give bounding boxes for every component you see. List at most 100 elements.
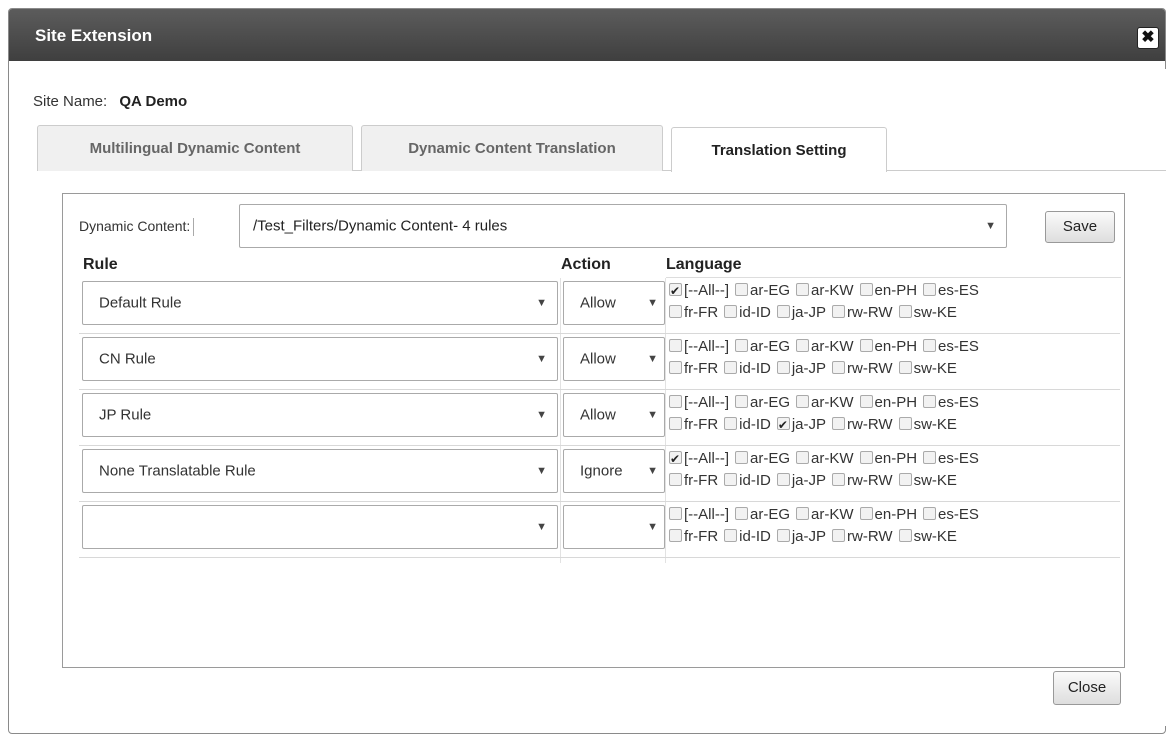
language-option[interactable]: fr-FR — [669, 472, 718, 489]
language-option[interactable]: sw-KE — [898, 472, 957, 489]
language-option[interactable]: [--All--] — [669, 394, 729, 411]
language-option[interactable]: es-ES — [923, 338, 979, 355]
language-option[interactable]: en-PH — [859, 506, 917, 523]
language-option[interactable]: fr-FR — [669, 416, 718, 433]
language-option[interactable]: ar-EG — [735, 506, 790, 523]
language-option[interactable]: sw-KE — [898, 304, 957, 321]
language-option[interactable]: ar-KW — [796, 282, 854, 299]
action-select[interactable]: Allow ▼ — [563, 337, 665, 381]
language-option[interactable]: rw-RW — [832, 528, 893, 545]
language-checkbox[interactable] — [669, 361, 682, 374]
language-checkbox[interactable] — [832, 417, 846, 430]
language-option[interactable]: [--All--] — [669, 338, 729, 355]
language-checkbox[interactable] — [669, 473, 682, 486]
language-checkbox[interactable] — [859, 395, 873, 408]
action-select[interactable]: ▼ — [563, 505, 665, 549]
language-option[interactable]: [--All--] — [669, 506, 729, 523]
language-option[interactable]: ar-KW — [796, 450, 854, 467]
language-checkbox[interactable] — [859, 283, 873, 296]
language-checkbox[interactable] — [776, 414, 790, 436]
language-option[interactable]: ar-EG — [735, 394, 790, 411]
language-checkbox[interactable] — [669, 448, 682, 470]
language-checkbox[interactable] — [832, 529, 846, 542]
language-checkbox[interactable] — [898, 361, 912, 374]
language-checkbox[interactable] — [724, 473, 738, 486]
language-checkbox[interactable] — [724, 417, 738, 430]
language-option[interactable]: es-ES — [923, 394, 979, 411]
language-option[interactable]: fr-FR — [669, 360, 718, 377]
language-checkbox[interactable] — [898, 473, 912, 486]
action-select[interactable]: Allow ▼ — [563, 393, 665, 437]
language-option[interactable]: ar-KW — [796, 338, 854, 355]
language-checkbox[interactable] — [735, 339, 748, 352]
language-checkbox[interactable] — [776, 473, 790, 486]
language-option[interactable]: rw-RW — [832, 304, 893, 321]
language-option[interactable]: ja-JP — [776, 304, 826, 321]
language-option[interactable]: ja-JP — [776, 360, 826, 377]
language-option[interactable]: ar-KW — [796, 506, 854, 523]
language-option[interactable]: es-ES — [923, 282, 979, 299]
language-checkbox[interactable] — [923, 339, 937, 352]
close-icon[interactable]: ✖ — [1137, 27, 1159, 49]
rule-select[interactable]: Default Rule ▼ — [82, 281, 558, 325]
rule-select[interactable]: JP Rule ▼ — [82, 393, 558, 437]
language-checkbox[interactable] — [859, 339, 873, 352]
language-option[interactable]: ar-EG — [735, 282, 790, 299]
tab-multilingual-dynamic-content[interactable]: Multilingual Dynamic Content — [37, 125, 353, 171]
language-checkbox[interactable] — [669, 395, 682, 408]
tab-dynamic-content-translation[interactable]: Dynamic Content Translation — [361, 125, 663, 171]
language-checkbox[interactable] — [735, 395, 748, 408]
language-checkbox[interactable] — [796, 451, 810, 464]
language-checkbox[interactable] — [669, 280, 682, 302]
language-option[interactable]: id-ID — [724, 472, 771, 489]
rule-select[interactable]: ▼ — [82, 505, 558, 549]
language-option[interactable]: sw-KE — [898, 416, 957, 433]
language-option[interactable]: ar-EG — [735, 338, 790, 355]
language-option[interactable]: ja-JP — [776, 528, 826, 545]
language-option[interactable]: fr-FR — [669, 304, 718, 321]
language-option[interactable]: id-ID — [724, 528, 771, 545]
language-option[interactable]: rw-RW — [832, 416, 893, 433]
language-option[interactable]: sw-KE — [898, 360, 957, 377]
language-option[interactable]: id-ID — [724, 416, 771, 433]
language-option[interactable]: fr-FR — [669, 528, 718, 545]
language-checkbox[interactable] — [832, 473, 846, 486]
language-option[interactable]: sw-KE — [898, 528, 957, 545]
language-option[interactable]: en-PH — [859, 394, 917, 411]
language-checkbox[interactable] — [776, 529, 790, 542]
language-checkbox[interactable] — [898, 417, 912, 430]
tab-translation-setting[interactable]: Translation Setting — [671, 127, 887, 172]
language-checkbox[interactable] — [898, 529, 912, 542]
rule-select[interactable]: None Translatable Rule ▼ — [82, 449, 558, 493]
language-checkbox[interactable] — [724, 361, 738, 374]
language-option[interactable]: id-ID — [724, 304, 771, 321]
language-checkbox[interactable] — [669, 417, 682, 430]
action-select[interactable]: Allow ▼ — [563, 281, 665, 325]
dynamic-content-select[interactable]: /Test_Filters/Dynamic Content- 4 rules ▼ — [239, 204, 1007, 248]
language-checkbox[interactable] — [859, 507, 873, 520]
action-select[interactable]: Ignore ▼ — [563, 449, 665, 493]
language-checkbox[interactable] — [724, 305, 738, 318]
language-option[interactable]: es-ES — [923, 506, 979, 523]
language-option[interactable]: en-PH — [859, 450, 917, 467]
language-checkbox[interactable] — [923, 283, 937, 296]
language-option[interactable]: [--All--] — [669, 448, 729, 470]
language-checkbox[interactable] — [669, 529, 682, 542]
language-checkbox[interactable] — [859, 451, 873, 464]
language-checkbox[interactable] — [735, 283, 748, 296]
language-checkbox[interactable] — [724, 529, 738, 542]
language-checkbox[interactable] — [923, 451, 937, 464]
rule-select[interactable]: CN Rule ▼ — [82, 337, 558, 381]
language-checkbox[interactable] — [776, 361, 790, 374]
language-option[interactable]: en-PH — [859, 338, 917, 355]
language-option[interactable]: ja-JP — [776, 472, 826, 489]
language-checkbox[interactable] — [796, 395, 810, 408]
language-checkbox[interactable] — [898, 305, 912, 318]
close-button[interactable]: Close — [1053, 671, 1121, 705]
language-option[interactable]: ar-EG — [735, 450, 790, 467]
language-checkbox[interactable] — [923, 395, 937, 408]
language-checkbox[interactable] — [776, 305, 790, 318]
language-checkbox[interactable] — [669, 507, 682, 520]
language-checkbox[interactable] — [669, 305, 682, 318]
language-option[interactable]: es-ES — [923, 450, 979, 467]
